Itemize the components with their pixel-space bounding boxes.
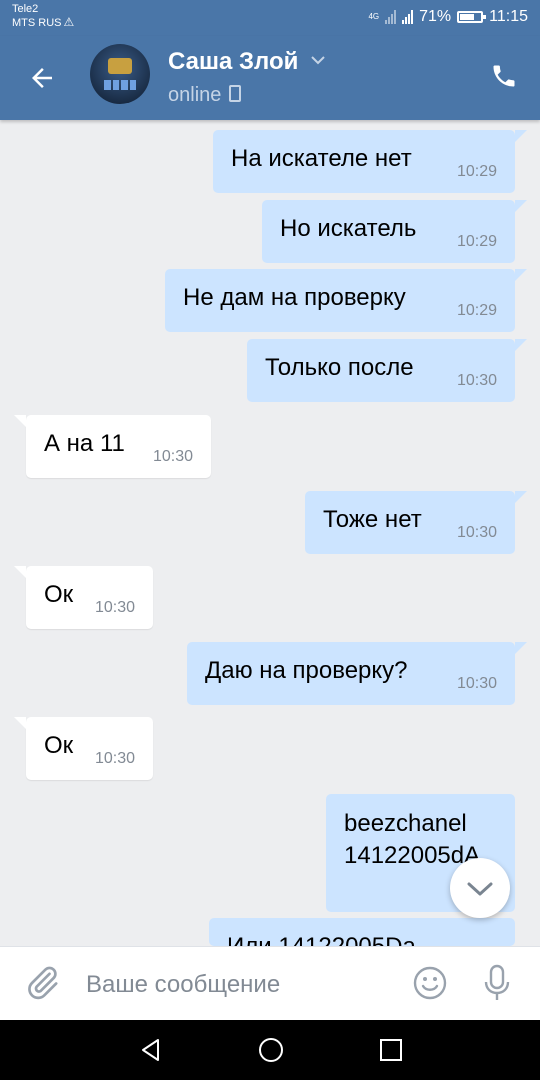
phone-call-icon (493, 65, 515, 87)
message-bubble[interactable]: Ок 10:30 (14, 566, 153, 629)
message-time: 10:30 (94, 750, 135, 767)
scroll-down-icon (467, 882, 493, 896)
message-text: Но искатель (280, 215, 417, 242)
signal-icon-2 (402, 10, 414, 24)
message-bubble[interactable]: Или 14122005Da (209, 918, 515, 946)
message-time: 10:30 (152, 448, 193, 465)
message-bubble[interactable]: Ок 10:30 (14, 717, 153, 780)
message-bubble[interactable]: Только после 10:30 (247, 339, 527, 402)
battery-percent: 71% (419, 8, 452, 25)
microphone-icon (484, 964, 510, 1000)
scroll-down-button[interactable] (450, 858, 510, 918)
avatar-cards (104, 80, 136, 90)
online-label: online (168, 84, 222, 106)
message-time: 10:29 (456, 302, 497, 319)
attach-icon (28, 966, 58, 1000)
nav-back-icon[interactable] (138, 1037, 164, 1063)
avatar[interactable] (90, 44, 150, 104)
nav-home-icon[interactable] (258, 1037, 284, 1063)
message-input[interactable]: Ваше сообщение (86, 971, 280, 999)
message-time: 10:29 (456, 163, 497, 180)
message-bubble[interactable]: Даю на проверку? 10:30 (187, 642, 527, 705)
status-bar: Tele2 MTS RUS ⚠ 4G 71% 11:15 (0, 0, 540, 36)
warning-icon: ⚠ (63, 15, 75, 29)
avatar-chest (108, 58, 132, 74)
message-bubble[interactable]: Тоже нет 10:30 (305, 491, 527, 554)
signal-icon-1 (385, 10, 397, 24)
online-status: online (168, 84, 242, 107)
chevron-down-icon (306, 52, 326, 68)
message-bubble[interactable]: На искателе нет 10:29 (213, 130, 527, 193)
battery-icon (457, 11, 487, 23)
message-text: А на 11 (44, 430, 125, 457)
call-button[interactable] (490, 62, 518, 90)
message-bubble[interactable]: Но искатель 10:29 (262, 200, 527, 263)
message-time: 10:30 (456, 524, 497, 541)
system-navigation-bar (0, 1020, 540, 1080)
message-bubble[interactable]: Не дам на проверку 10:29 (165, 269, 527, 332)
battery-fill (460, 14, 475, 20)
message-composer: Ваше сообщение (0, 946, 540, 1021)
network-type: 4G (368, 12, 380, 21)
message-bubble[interactable]: А на 11 10:30 (14, 415, 211, 478)
message-text: Даю на проверку? (205, 657, 408, 684)
carrier-line-2: MTS RUS (12, 17, 62, 29)
status-indicators: 4G 71% 11:15 (368, 8, 528, 26)
message-time: 10:30 (456, 372, 497, 389)
message-time: 10:30 (94, 599, 135, 616)
message-time: 10:30 (456, 675, 497, 692)
contact-name: Саша Злой (168, 48, 299, 75)
chat-header: Саша Злой online (0, 36, 540, 120)
emoji-button[interactable] (412, 965, 448, 1001)
carrier-info: Tele2 MTS RUS ⚠ (12, 3, 74, 30)
message-text: Ок (44, 581, 74, 608)
message-text: На искателе нет (231, 145, 412, 172)
message-text: Ок (44, 732, 74, 759)
back-arrow-icon (32, 68, 52, 88)
message-text: Только после (265, 354, 414, 381)
message-text: Или 14122005Da (227, 933, 416, 946)
message-text: Не дам на проверку (183, 284, 406, 311)
message-text: Тоже нет (323, 506, 422, 533)
voice-message-button[interactable] (482, 963, 512, 1003)
smile-icon (413, 966, 447, 1000)
back-button[interactable] (24, 60, 60, 96)
message-time: 10:29 (456, 233, 497, 250)
clock: 11:15 (489, 8, 528, 25)
attach-button[interactable] (22, 963, 62, 1003)
mobile-device-icon (229, 85, 242, 102)
nav-recent-icon[interactable] (378, 1037, 404, 1063)
contact-name-button[interactable]: Саша Злой (168, 48, 326, 76)
